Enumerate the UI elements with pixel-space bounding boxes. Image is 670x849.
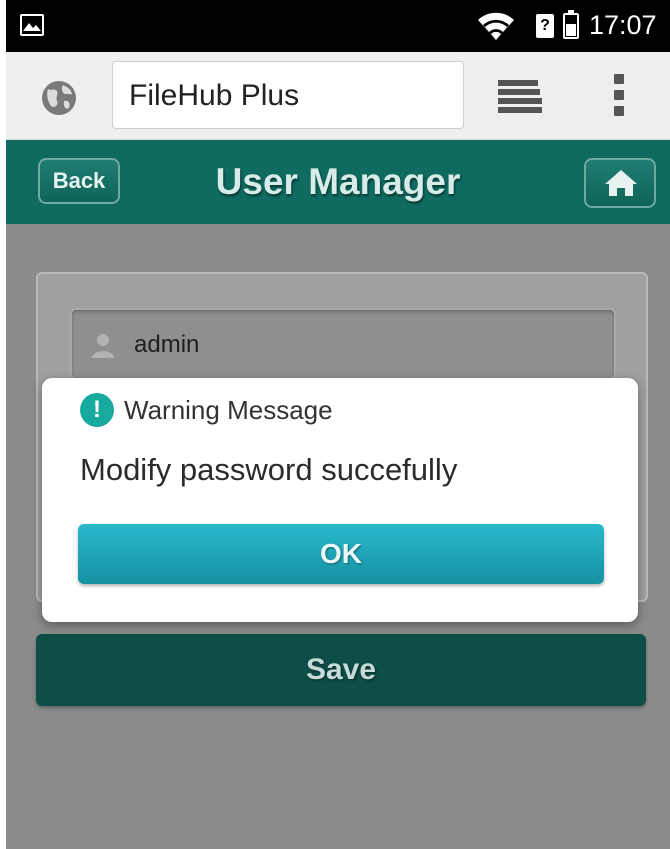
gallery-icon bbox=[20, 14, 44, 36]
no-sim-icon: ? bbox=[536, 14, 554, 38]
app-header: User Manager Back bbox=[6, 140, 670, 224]
tabs-stack-icon[interactable] bbox=[498, 80, 542, 114]
battery-icon bbox=[563, 10, 579, 39]
ok-button[interactable]: OK bbox=[78, 524, 604, 584]
browser-toolbar: FileHub Plus bbox=[6, 52, 670, 140]
status-bar: ? 17:07 bbox=[6, 0, 670, 52]
warning-dialog: ! Warning Message Modify password succef… bbox=[42, 378, 638, 622]
home-button[interactable] bbox=[584, 158, 656, 208]
overflow-menu-icon[interactable] bbox=[614, 74, 626, 118]
status-time: 17:07 bbox=[589, 10, 657, 40]
save-button[interactable]: Save bbox=[36, 634, 646, 706]
back-button[interactable]: Back bbox=[38, 158, 120, 204]
dialog-message: Modify password succefully bbox=[80, 452, 458, 487]
user-icon bbox=[92, 334, 114, 358]
globe-icon[interactable] bbox=[40, 79, 78, 117]
home-icon bbox=[605, 170, 637, 196]
username-value: admin bbox=[134, 331, 200, 358]
warning-icon: ! bbox=[80, 393, 114, 427]
wifi-icon bbox=[478, 12, 514, 41]
url-field[interactable]: FileHub Plus bbox=[112, 61, 464, 129]
dialog-title: Warning Message bbox=[124, 395, 333, 425]
username-field[interactable]: admin bbox=[70, 308, 616, 380]
